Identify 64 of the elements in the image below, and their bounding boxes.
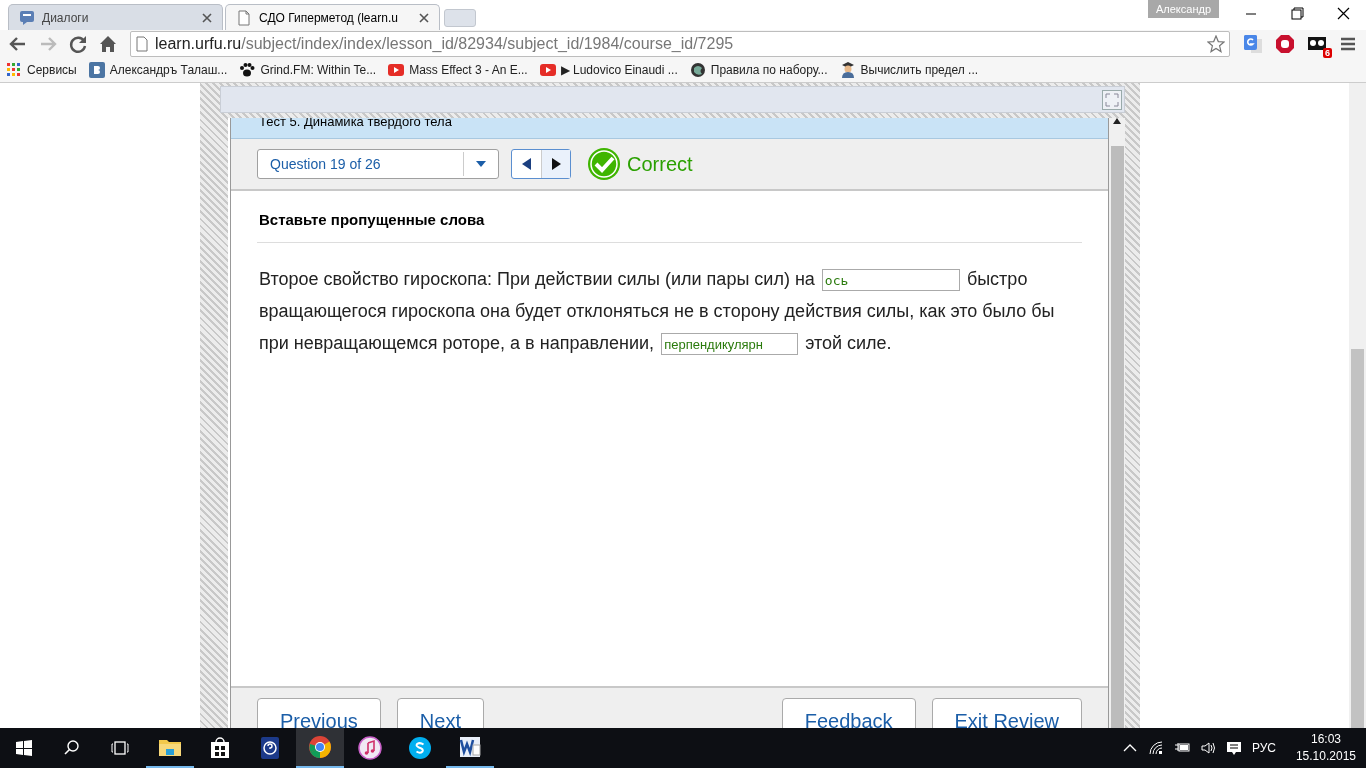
- scroll-thumb[interactable]: [1351, 349, 1364, 728]
- footer-button[interactable]: Feedback: [781, 698, 916, 728]
- windows-icon[interactable]: [15, 739, 33, 757]
- close-icon[interactable]: [202, 12, 212, 23]
- star-icon[interactable]: [1207, 35, 1225, 53]
- caret-icon: [475, 160, 487, 168]
- up-arrow-icon[interactable]: [1113, 118, 1121, 124]
- menu-icon[interactable]: [1340, 36, 1356, 52]
- left-arrow-icon: [521, 158, 532, 170]
- clock-time[interactable]: 16:03: [1310, 731, 1341, 748]
- language-indicator[interactable]: РУС: [1251, 741, 1276, 755]
- task-view-icon[interactable]: [111, 739, 129, 757]
- video-icon: [539, 62, 556, 78]
- scrollbar[interactable]: [1349, 83, 1366, 728]
- wifi-icon[interactable]: [1147, 740, 1164, 756]
- person-icon: [839, 62, 856, 78]
- translate-icon[interactable]: [1243, 34, 1263, 54]
- page-icon: [135, 36, 149, 52]
- bookmark[interactable]: ▶ Ludovico Einaudi ...: [539, 62, 678, 78]
- browser-tab[interactable]: Диалоги: [8, 4, 223, 30]
- result-status: Correct: [627, 152, 693, 176]
- stop-hand-icon[interactable]: [1275, 34, 1295, 54]
- search-icon[interactable]: [63, 739, 81, 757]
- paw-icon: [239, 62, 256, 78]
- answer-field[interactable]: ось: [821, 269, 960, 292]
- notification-badge: 6: [1323, 48, 1332, 58]
- question-text: Второе свойство гироскопа: При действии силы (или пары сил) на ось быстро вращающегося гироскопа она будет отклоняться не в сторону действия силы, как это было бы при невращающемся роторе, а в направлении, перпендикулярн этой силе.: [257, 263, 1064, 359]
- chrome-icon: [308, 735, 332, 759]
- footer-button[interactable]: Previous: [257, 698, 381, 728]
- address-text: learn.urfu.ru/subject/index/index/lesson_id/82934/subject_id/1984/course_id/7295: [155, 35, 735, 53]
- vk-icon: [88, 62, 105, 78]
- volume-icon[interactable]: [1199, 740, 1216, 756]
- apps-icon: [6, 62, 22, 78]
- check-icon: [587, 147, 621, 181]
- store-icon: [208, 736, 232, 760]
- page-icon: [236, 9, 252, 26]
- answer-field[interactable]: перпендикулярн: [661, 333, 799, 356]
- bookmark[interactable]: Правила по набору...: [689, 62, 828, 78]
- video-icon: [388, 62, 405, 78]
- bookmark[interactable]: Сервисы: [6, 62, 77, 78]
- music-icon: [358, 736, 382, 760]
- footer-button[interactable]: Exit Review: [931, 698, 1082, 728]
- question-heading: Вставьте пропущенные слова: [259, 211, 486, 230]
- clock-date[interactable]: 15.10.2015: [1295, 748, 1356, 765]
- question-dropdown[interactable]: Question 19 of 26: [257, 149, 499, 179]
- bookmark[interactable]: Mass Effect 3 - An E...: [388, 62, 528, 78]
- bookmark[interactable]: Вычислить предел ...: [839, 62, 979, 78]
- notification-icon[interactable]: [1225, 740, 1242, 756]
- next-button[interactable]: [541, 150, 570, 178]
- address-bar[interactable]: learn.urfu.ru/subject/index/index/lesson_id/82934/subject_id/1984/course_id/7295: [130, 31, 1230, 57]
- right-arrow-icon: [551, 158, 561, 170]
- footer-button[interactable]: Next: [396, 698, 484, 728]
- close-icon[interactable]: [419, 12, 429, 23]
- bookmark[interactable]: Александръ Талаш...: [88, 62, 228, 78]
- browser-tab[interactable]: СДО Гиперметод (learn.u: [225, 4, 440, 30]
- taskbar-app[interactable]: [296, 728, 344, 768]
- scrollbar[interactable]: [1109, 118, 1125, 728]
- bookmark[interactable]: Grind.FM: Within Te...: [239, 62, 377, 78]
- word-icon: [458, 735, 482, 759]
- scroll-thumb[interactable]: [1110, 146, 1124, 728]
- skype-icon: [408, 736, 432, 760]
- globe-icon: [689, 62, 706, 78]
- chat-icon: [19, 9, 35, 26]
- help-book-icon: [258, 736, 282, 760]
